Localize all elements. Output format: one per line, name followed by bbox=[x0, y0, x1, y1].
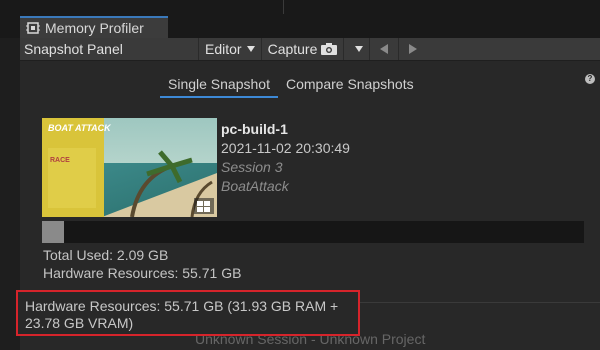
memory-usage-fill bbox=[42, 221, 64, 243]
divider bbox=[283, 0, 284, 14]
toolbar: Snapshot Panel Editor Capture bbox=[20, 38, 600, 61]
snapshot-project: BoatAttack bbox=[221, 178, 289, 194]
hardware-resources-label: Hardware Resources: 55.71 GB bbox=[43, 265, 242, 281]
view-tabs: Single Snapshot Compare Snapshots bbox=[160, 76, 422, 98]
capture-options-dropdown[interactable] bbox=[343, 38, 369, 60]
hardware-resources-callout: Hardware Resources: 55.71 GB (31.93 GB R… bbox=[16, 290, 360, 336]
snapshot-meta: pc-build-1 2021-11-02 20:30:49 Session 3… bbox=[221, 120, 350, 196]
callout-line-2: 23.78 GB VRAM) bbox=[25, 315, 134, 331]
capture-label: Capture bbox=[267, 41, 318, 57]
chevron-down-icon bbox=[355, 46, 364, 52]
snapshot-thumbnail[interactable]: BOAT ATTACK RACE bbox=[42, 118, 217, 217]
next-snapshot-button[interactable] bbox=[398, 38, 427, 60]
prev-snapshot-button[interactable] bbox=[369, 38, 398, 60]
help-icon[interactable]: ? bbox=[585, 74, 595, 84]
snapshot-session: Session 3 bbox=[221, 159, 283, 175]
arrow-left-icon bbox=[380, 44, 389, 54]
total-used-label: Total Used: 2.09 GB bbox=[43, 247, 169, 263]
camera-icon bbox=[321, 43, 338, 55]
memory-usage-bar bbox=[42, 221, 584, 243]
tab-compare-snapshots[interactable]: Compare Snapshots bbox=[278, 76, 422, 98]
chip-icon bbox=[26, 22, 40, 34]
editor-dropdown[interactable]: Editor bbox=[198, 38, 261, 60]
arrow-right-icon bbox=[409, 44, 418, 54]
thumbnail-title: BOAT ATTACK bbox=[48, 123, 112, 133]
window-tab-label: Memory Profiler bbox=[45, 20, 144, 36]
chevron-down-icon bbox=[246, 46, 255, 52]
tab-single-snapshot[interactable]: Single Snapshot bbox=[160, 76, 278, 98]
panel-title: Snapshot Panel bbox=[24, 41, 123, 57]
snapshot-datetime: 2021-11-02 20:30:49 bbox=[221, 140, 350, 156]
callout-line-1: Hardware Resources: 55.71 GB (31.93 GB R… bbox=[25, 298, 339, 314]
capture-button[interactable]: Capture bbox=[260, 38, 344, 60]
snapshot-name: pc-build-1 bbox=[221, 121, 288, 137]
editor-label: Editor bbox=[205, 41, 242, 57]
thumbnail-race-label: RACE bbox=[50, 157, 70, 164]
thumbnail-image: BOAT ATTACK RACE bbox=[42, 118, 217, 217]
window-tabstrip: Memory Profiler bbox=[0, 0, 600, 38]
window-tab-memory-profiler[interactable]: Memory Profiler bbox=[20, 16, 168, 38]
